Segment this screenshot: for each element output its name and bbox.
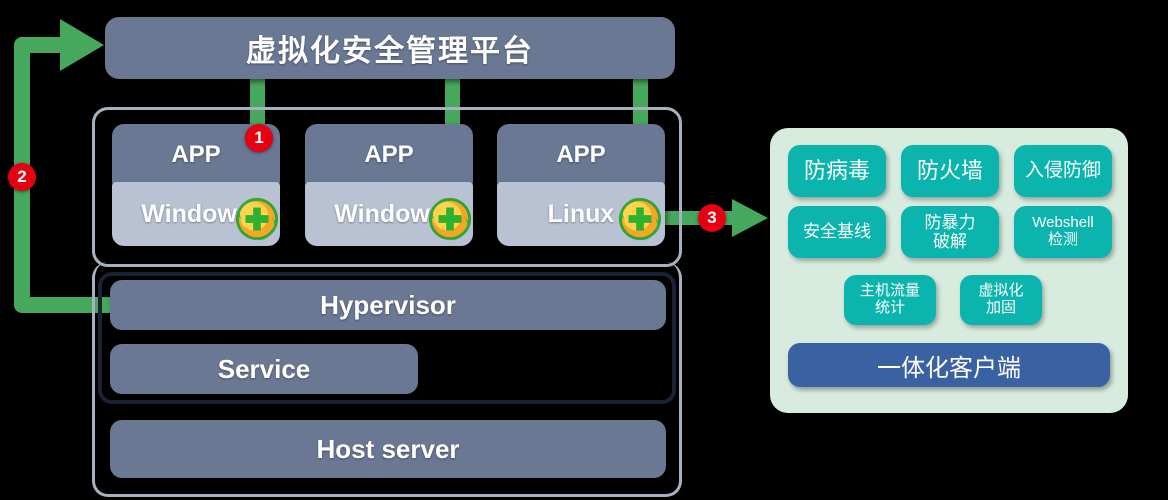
security-pill-baseline[interactable]: 安全基线: [788, 206, 886, 258]
diagram-canvas: 虚拟化安全管理平台 APP Windows APP Windows APP Li…: [0, 0, 1168, 500]
security-shield-plus-icon-2[interactable]: [427, 196, 473, 242]
integrated-client-label: 一体化客户端: [877, 354, 1021, 382]
platform-title-bar[interactable]: 虚拟化安全管理平台: [105, 17, 675, 79]
service-box[interactable]: Service: [110, 344, 418, 394]
vm-app-label-3: APP: [497, 124, 665, 186]
host-server-label: Host server: [316, 433, 460, 464]
security-pill-host-traffic-stats[interactable]: 主机流量 统计: [844, 275, 936, 325]
host-server-box[interactable]: Host server: [110, 420, 666, 478]
security-pill-firewall[interactable]: 防火墙: [901, 145, 999, 197]
security-pill-intrusion-defense[interactable]: 入侵防御: [1014, 145, 1112, 197]
hypervisor-label: Hypervisor: [320, 289, 456, 320]
step-badge-2: 2: [8, 163, 36, 191]
page-title: 虚拟化安全管理平台: [246, 35, 534, 68]
hypervisor-box[interactable]: Hypervisor: [110, 280, 666, 330]
security-shield-plus-icon-3[interactable]: [617, 196, 663, 242]
integrated-client-bar[interactable]: 一体化客户端: [788, 343, 1110, 387]
security-capability-panel: 防病毒 防火墙 入侵防御 安全基线 防暴力 破解 Webshell 检测 主机流…: [770, 128, 1128, 413]
security-pill-antivirus[interactable]: 防病毒: [788, 145, 886, 197]
security-pill-anti-bruteforce[interactable]: 防暴力 破解: [901, 206, 999, 258]
step-badge-3: 3: [698, 204, 726, 232]
step-badge-1: 1: [245, 124, 273, 152]
vm-app-label-2: APP: [305, 124, 473, 186]
security-shield-plus-icon-1[interactable]: [234, 196, 280, 242]
security-pill-virtualization-hardening[interactable]: 虚拟化 加固: [960, 275, 1042, 325]
service-label: Service: [217, 353, 311, 384]
security-pill-webshell-detect[interactable]: Webshell 检测: [1014, 206, 1112, 258]
